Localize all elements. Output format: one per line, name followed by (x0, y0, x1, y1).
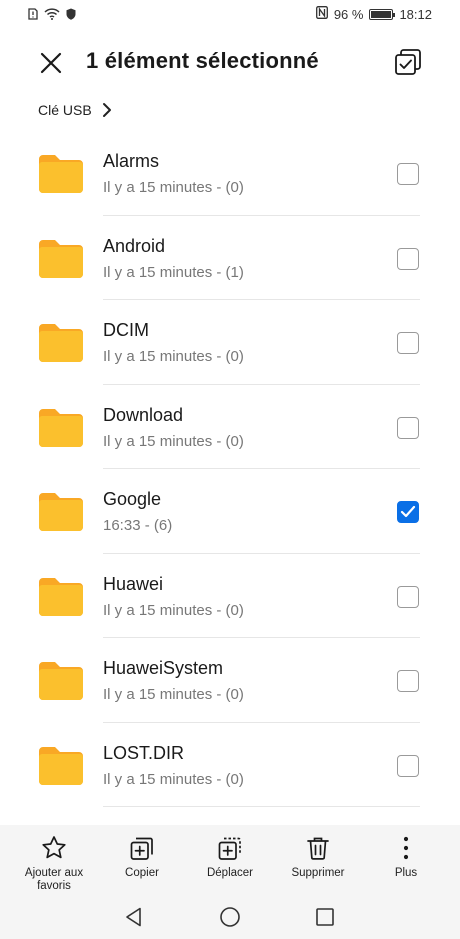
select-checkbox[interactable] (397, 332, 419, 354)
battery-icon (369, 8, 396, 20)
sim-alert-icon (28, 7, 38, 25)
battery-percent: 96 % (333, 6, 364, 22)
select-checkbox[interactable] (397, 754, 419, 777)
close-icon (40, 52, 62, 74)
selection-header: 1 élément sélectionné (0, 36, 460, 88)
folder-meta: Il y a 15 minutes - (0) (103, 601, 244, 619)
folder-icon (39, 746, 83, 785)
list-item[interactable]: DCIM Il y a 15 minutes - (0) (0, 300, 460, 385)
list-item[interactable]: LOST.DIR Il y a 15 minutes - (0) (0, 723, 460, 807)
copy-button[interactable]: Copier (102, 833, 182, 880)
folder-icon (39, 324, 83, 362)
folder-name: Alarms (103, 151, 160, 171)
more-vertical-icon (403, 836, 409, 860)
select-checkbox[interactable] (397, 501, 419, 523)
page-title: 1 élément sélectionné (86, 48, 319, 73)
folder-name: Android (103, 235, 166, 256)
copy-label: Copier (125, 867, 159, 879)
add-to-favorites-button[interactable]: Ajouter aux favoris (14, 833, 94, 893)
folder-icon (39, 155, 83, 193)
folder-meta: 16:33 - (6) (103, 517, 173, 534)
select-all-icon (395, 49, 421, 75)
folder-name: Huawei (103, 573, 164, 594)
folder-name: LOST.DIR (103, 742, 185, 763)
select-checkbox[interactable] (397, 670, 419, 692)
select-checkbox[interactable] (397, 416, 419, 439)
breadcrumb[interactable]: Clé USB (38, 102, 112, 118)
folder-name: Google (103, 489, 162, 509)
list-item[interactable]: HuaweiSystem Il y a 15 minutes - (0) (0, 638, 460, 723)
select-checkbox[interactable] (397, 163, 419, 185)
clock: 18:12 (399, 6, 432, 22)
favorites-label-line1: Ajouter aux (24, 867, 84, 879)
home-circle-icon (220, 907, 240, 927)
folder-name: Download (103, 404, 184, 425)
folder-icon (39, 662, 83, 700)
folder-name: DCIM (103, 320, 149, 340)
system-navigation-bar (0, 895, 460, 939)
wifi-icon (44, 7, 60, 25)
move-icon (218, 837, 241, 860)
home-button[interactable] (218, 905, 242, 929)
star-icon (42, 836, 66, 859)
more-button[interactable]: Plus (366, 833, 446, 880)
folder-meta: Il y a 15 minutes - (0) (103, 770, 244, 788)
folder-meta: Il y a 15 minutes - (0) (103, 348, 244, 365)
move-label: Déplacer (206, 867, 254, 879)
copy-icon (130, 837, 153, 860)
folder-name: HuaweiSystem (103, 658, 224, 678)
recents-square-icon (316, 908, 334, 926)
folder-list: Alarms Il y a 15 minutes - (0) Android Il y… (0, 131, 460, 807)
breadcrumb-usb-drive[interactable]: Clé USB (38, 102, 92, 118)
move-button[interactable]: Déplacer (190, 833, 270, 880)
delete-label: Supprimer (291, 867, 345, 879)
chevron-right-icon (102, 103, 111, 117)
divider (103, 806, 420, 807)
folder-icon (39, 408, 83, 447)
select-all-button[interactable] (394, 48, 422, 76)
folder-meta: Il y a 15 minutes - (0) (103, 179, 244, 196)
folder-icon (39, 239, 83, 278)
action-toolbar: Ajouter aux favoris Copier Déplacer Suppr… (0, 825, 460, 895)
status-bar: 96 % 18:12 (0, 0, 460, 30)
back-button[interactable] (122, 905, 146, 929)
folder-icon (39, 493, 83, 531)
trash-icon (307, 837, 329, 860)
folder-icon (39, 577, 83, 616)
list-item[interactable]: Huawei Il y a 15 minutes - (0) (0, 554, 460, 638)
list-item[interactable]: Android Il y a 15 minutes - (1) (0, 216, 460, 300)
recents-button[interactable] (313, 905, 337, 929)
list-item[interactable]: Alarms Il y a 15 minutes - (0) (0, 131, 460, 216)
close-selection-button[interactable] (38, 50, 64, 76)
delete-button[interactable]: Supprimer (278, 833, 358, 880)
nfc-icon (315, 6, 328, 22)
folder-meta: Il y a 15 minutes - (0) (103, 686, 244, 703)
folder-meta: Il y a 15 minutes - (0) (103, 432, 244, 450)
select-checkbox[interactable] (397, 247, 419, 270)
list-item[interactable]: Google 16:33 - (6) (0, 469, 460, 554)
list-item[interactable]: Download Il y a 15 minutes - (0) (0, 385, 460, 469)
folder-meta: Il y a 15 minutes - (1) (103, 263, 244, 281)
favorites-label-line2: favoris (37, 880, 71, 892)
more-label: Plus (394, 867, 418, 879)
select-checkbox[interactable] (397, 585, 419, 608)
back-triangle-icon (126, 907, 141, 927)
shield-icon (66, 7, 76, 25)
